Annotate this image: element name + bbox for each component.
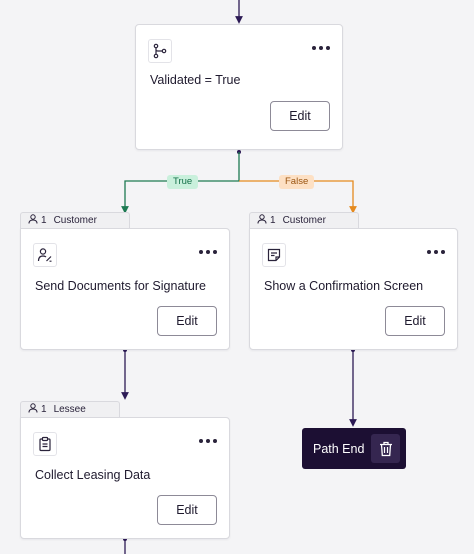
assignee-count: 1: [270, 215, 276, 226]
true-branch-badge: True: [167, 175, 199, 189]
assignee-tab-collect: 1 Lessee: [20, 401, 120, 417]
step-send-documents[interactable]: Send Documents for Signature Edit: [20, 228, 230, 350]
assignee-count: 1: [41, 215, 47, 226]
step-show-confirmation[interactable]: Show a Confirmation Screen Edit: [249, 228, 458, 350]
step-title: Send Documents for Signature: [35, 279, 206, 293]
step-title: Collect Leasing Data: [35, 468, 151, 482]
more-options-icon[interactable]: [197, 245, 219, 259]
branch-icon: [148, 39, 172, 63]
edit-condition-button[interactable]: Edit: [270, 101, 330, 131]
edit-step-button[interactable]: Edit: [157, 306, 217, 336]
person-icon: [28, 214, 38, 227]
trash-icon[interactable]: [371, 434, 400, 463]
condition-output-dot: [237, 150, 241, 154]
clipboard-icon: [33, 432, 57, 456]
step-title: Show a Confirmation Screen: [264, 279, 424, 293]
path-end-label: Path End: [313, 441, 365, 456]
assignee-role: Lessee: [53, 404, 86, 415]
edit-step-button[interactable]: Edit: [157, 495, 217, 525]
more-options-icon[interactable]: [310, 41, 332, 55]
more-options-icon[interactable]: [197, 434, 219, 448]
assignee-count: 1: [41, 404, 47, 415]
false-branch-badge: False: [279, 175, 315, 189]
assignee-role: Customer: [282, 215, 326, 226]
assignee-tab-send-docs: 1 Customer: [20, 212, 130, 228]
assignee-tab-confirmation: 1 Customer: [249, 212, 359, 228]
assignee-role: Customer: [53, 215, 97, 226]
note-icon: [262, 243, 286, 267]
step-collect-leasing-data[interactable]: Collect Leasing Data Edit: [20, 417, 230, 539]
more-options-icon[interactable]: [425, 245, 447, 259]
person-icon: [28, 403, 38, 416]
person-icon: [257, 214, 267, 227]
edit-step-button[interactable]: Edit: [385, 306, 445, 336]
user-sign-icon: [33, 243, 57, 267]
path-end-node[interactable]: Path End: [302, 428, 406, 469]
condition-node[interactable]: Validated = True Edit: [135, 24, 343, 150]
condition-title: Validated = True: [150, 73, 241, 87]
